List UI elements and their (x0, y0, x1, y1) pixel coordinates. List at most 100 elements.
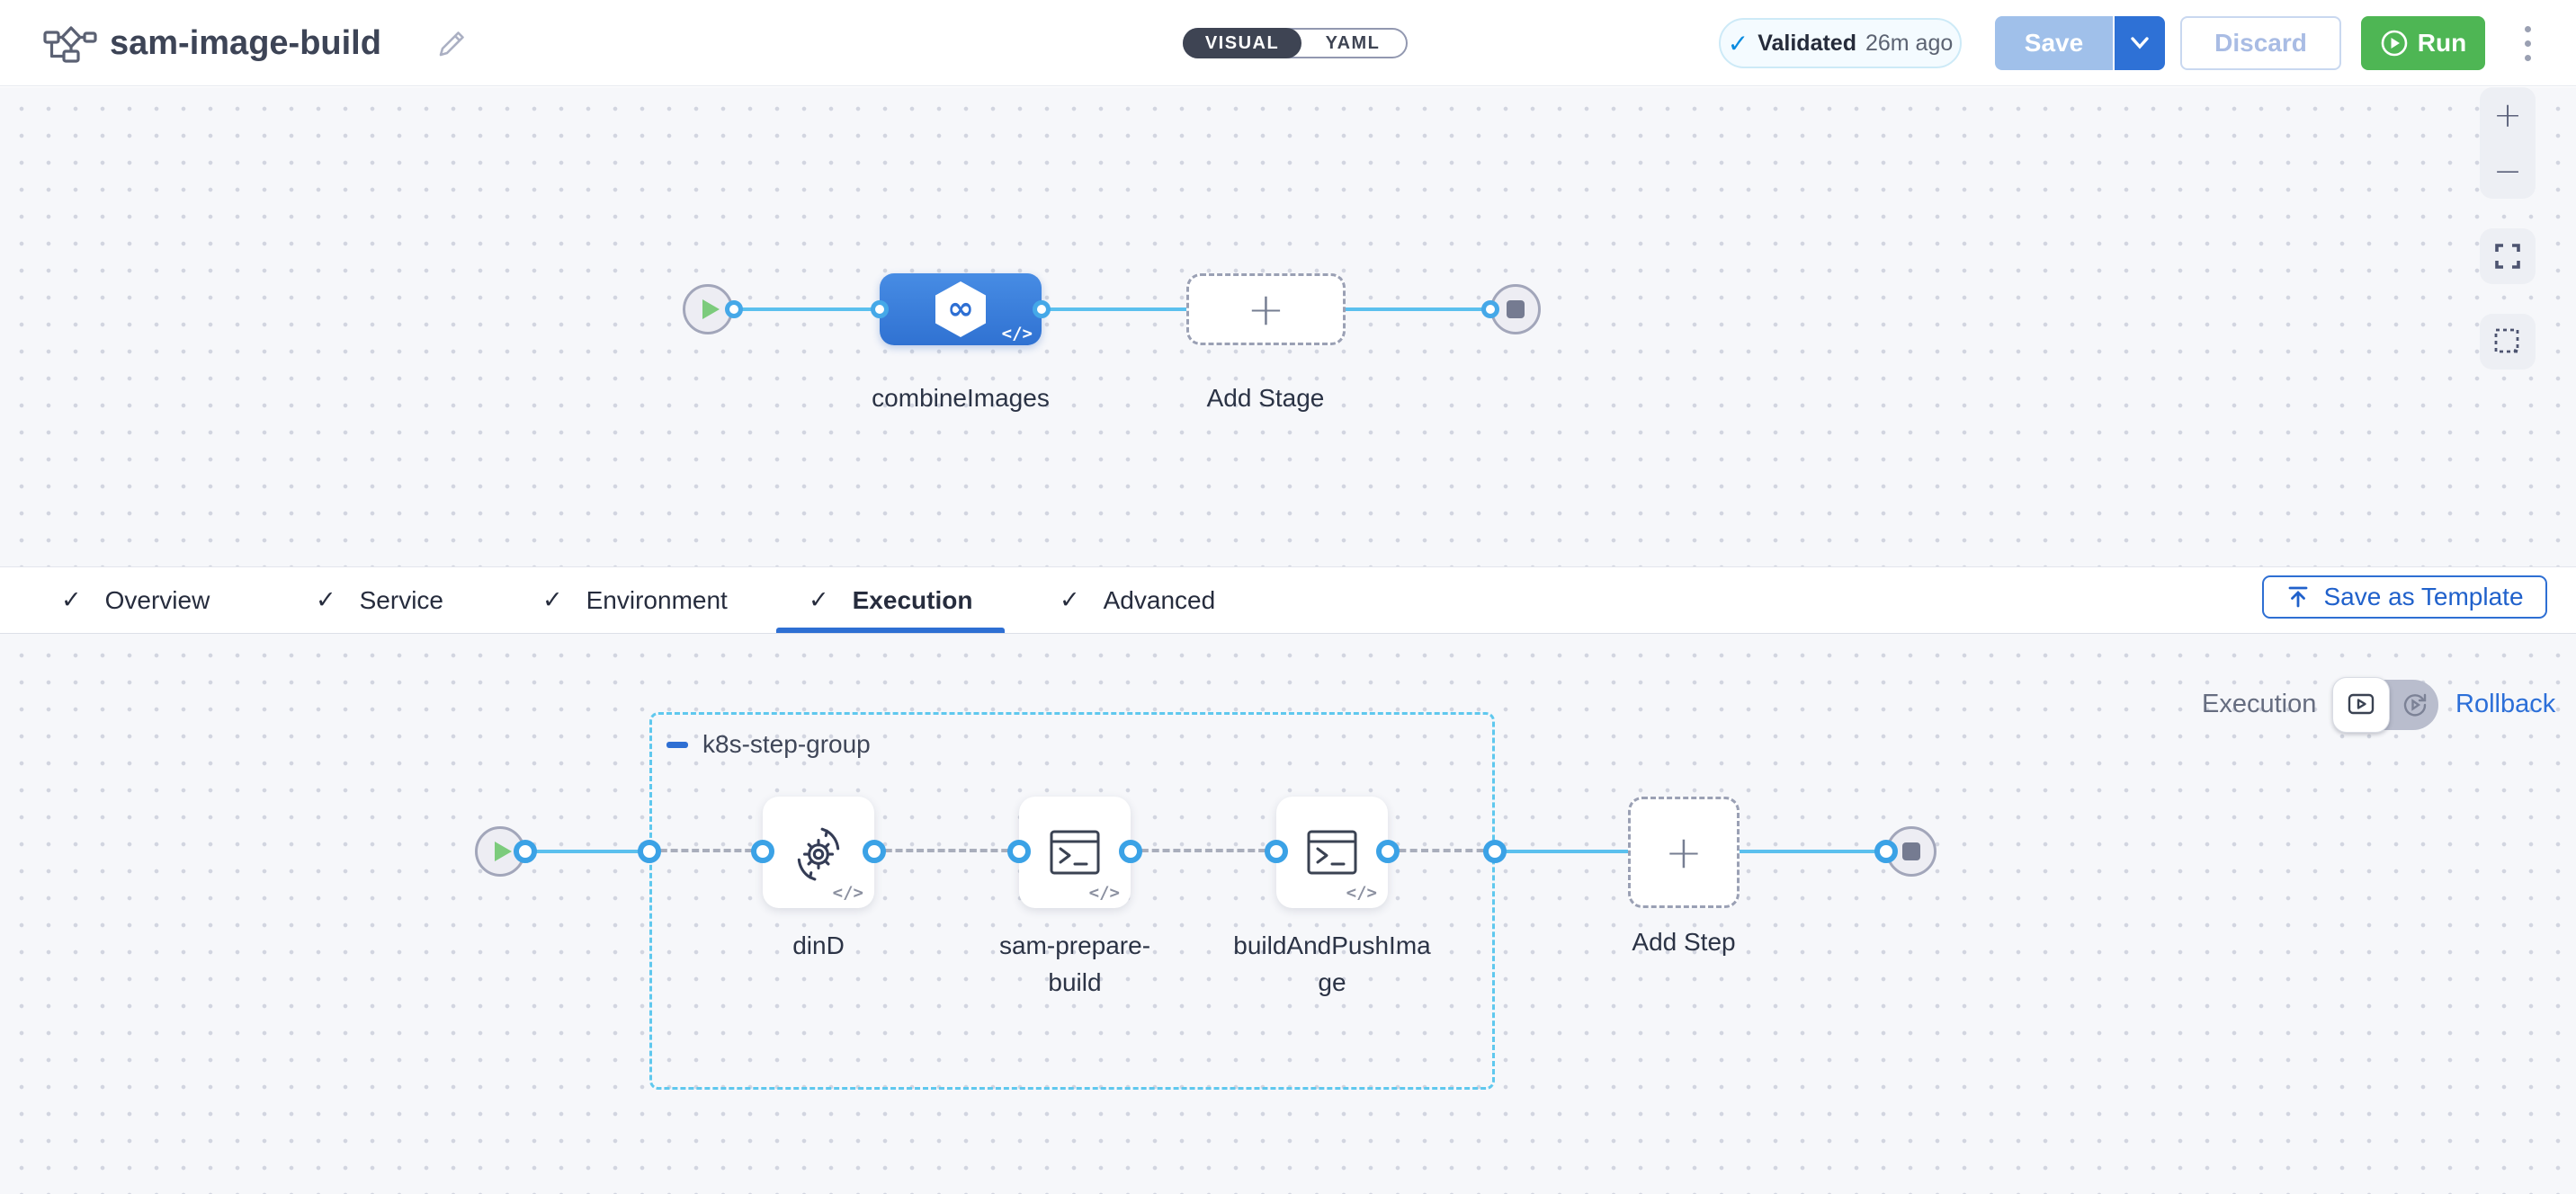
gear-sync-icon (789, 823, 848, 882)
tab-execution[interactable]: ✓ Execution (776, 567, 1005, 633)
zoom-out-button[interactable]: − (2493, 154, 2522, 188)
upload-icon (2285, 584, 2311, 610)
port[interactable] (638, 840, 661, 863)
port[interactable] (1483, 840, 1507, 863)
step-node-dind[interactable]: </> (763, 797, 874, 908)
edge-start-to-group (525, 850, 649, 853)
edge-addstep-to-end (1740, 850, 1886, 853)
step-label: dinD (720, 927, 917, 964)
play-triangle-icon (702, 299, 720, 319)
edge-dind-to-samprepare (874, 849, 1019, 852)
step-label: sam-prepare-build (976, 927, 1174, 1001)
step-label: buildAndPushImage (1233, 927, 1431, 1001)
execution-toggle-segment[interactable] (2332, 677, 2390, 733)
add-stage-label: Add Stage (1149, 384, 1382, 413)
code-badge-icon: </> (1002, 324, 1033, 343)
fullscreen-icon (2494, 243, 2521, 270)
add-step-label: Add Step (1585, 923, 1783, 960)
stop-square-icon (1902, 842, 1920, 860)
tab-environment[interactable]: ✓ Environment (510, 567, 760, 633)
tab-overview[interactable]: ✓ Overview (29, 567, 242, 633)
rollback-toggle-segment[interactable] (2392, 680, 2438, 730)
tab-advanced[interactable]: ✓ Advanced (1027, 567, 1248, 633)
run-label: Run (2418, 29, 2466, 58)
step-node-buildandpushimage[interactable]: </> (1276, 797, 1388, 908)
tab-label: Overview (105, 586, 210, 615)
toggle-visual[interactable]: VISUAL (1183, 28, 1301, 58)
top-bar: sam-image-build VISUAL YAML ✓ Validated … (0, 0, 2576, 86)
edit-title-icon[interactable] (435, 28, 468, 60)
code-badge-icon: </> (833, 883, 863, 903)
zoom-in-button[interactable]: + (2493, 98, 2522, 132)
ci-stage-hexagon-icon: ∞ (935, 281, 986, 337)
port[interactable] (871, 300, 889, 318)
chevron-down-icon (2129, 36, 2151, 50)
rollback-link[interactable]: Rollback (2455, 690, 2555, 719)
edge-group-to-dind (649, 849, 763, 852)
discard-button[interactable]: Discard (2180, 16, 2341, 70)
pipeline-icon (43, 25, 97, 67)
port[interactable] (725, 300, 743, 318)
stop-square-icon (1507, 300, 1525, 318)
port[interactable] (1119, 840, 1142, 863)
port[interactable] (1007, 840, 1031, 863)
terminal-icon (1307, 830, 1357, 875)
code-badge-icon: </> (1089, 883, 1120, 903)
save-dropdown-button[interactable] (2115, 16, 2165, 70)
marquee-select-icon (2493, 327, 2522, 356)
active-tab-underline (776, 628, 1005, 633)
plus-icon: + (1248, 287, 1285, 332)
edge-stage-to-addstage (1042, 307, 1186, 311)
check-icon: ✓ (1728, 29, 1749, 58)
port[interactable] (751, 840, 774, 863)
validated-time: 26m ago (1865, 31, 1953, 57)
edge-start-to-stage (734, 307, 880, 311)
toggle-yaml[interactable]: YAML (1298, 28, 1408, 58)
save-button[interactable]: Save (1995, 16, 2113, 70)
check-icon: ✓ (61, 586, 82, 614)
port[interactable] (1481, 300, 1499, 318)
validated-badge[interactable]: ✓ Validated 26m ago (1719, 18, 1962, 68)
fullscreen-button[interactable] (2480, 228, 2536, 284)
validated-label: Validated (1758, 31, 1856, 57)
edge-addstage-to-end (1346, 307, 1490, 311)
port[interactable] (863, 840, 886, 863)
run-button[interactable]: Run (2361, 16, 2485, 70)
collapse-minus-icon[interactable] (666, 742, 688, 748)
visual-yaml-toggle: VISUAL YAML (1183, 28, 1408, 58)
page-title: sam-image-build (110, 0, 381, 86)
add-step-node[interactable]: + (1628, 797, 1740, 908)
zoom-controls: + − (2480, 87, 2536, 199)
execution-rollback-toggle[interactable] (2334, 680, 2438, 730)
check-icon: ✓ (1060, 586, 1080, 614)
step-node-sam-prepare-build[interactable]: </> (1019, 797, 1131, 908)
execution-canvas: Execution Rollback k8s-step-group (0, 634, 2576, 1194)
stage-canvas: ∞ </> + combineImages Add Stage + − (0, 87, 2576, 566)
execution-play-icon (2348, 693, 2375, 717)
stage-node-combineimages[interactable]: ∞ </> (880, 273, 1042, 345)
port[interactable] (1265, 840, 1288, 863)
edge-samprepare-to-buildpush (1131, 849, 1276, 852)
edge-buildpush-to-groupend (1388, 849, 1495, 852)
port[interactable] (1376, 840, 1400, 863)
port[interactable] (1033, 300, 1051, 318)
port[interactable] (514, 840, 537, 863)
infinity-icon: ∞ (947, 293, 974, 325)
terminal-icon (1050, 830, 1100, 875)
check-icon: ✓ (316, 586, 336, 614)
port[interactable] (1874, 840, 1898, 863)
add-stage-node[interactable]: + (1186, 273, 1346, 345)
edge-group-to-addstep (1495, 850, 1628, 853)
check-icon: ✓ (542, 586, 563, 614)
rollback-icon (2402, 691, 2428, 718)
save-as-template-button[interactable]: Save as Template (2262, 575, 2547, 619)
marquee-select-button[interactable] (2480, 314, 2536, 370)
plus-icon: + (1665, 830, 1703, 875)
tab-service[interactable]: ✓ Service (283, 567, 476, 633)
play-triangle-icon (495, 842, 512, 861)
pipeline-studio: sam-image-build VISUAL YAML ✓ Validated … (0, 0, 2576, 1194)
kebab-menu-button[interactable] (2508, 16, 2547, 70)
save-as-template-label: Save as Template (2323, 583, 2523, 611)
tab-label: Execution (853, 586, 973, 615)
step-group-name: k8s-step-group (702, 730, 871, 759)
